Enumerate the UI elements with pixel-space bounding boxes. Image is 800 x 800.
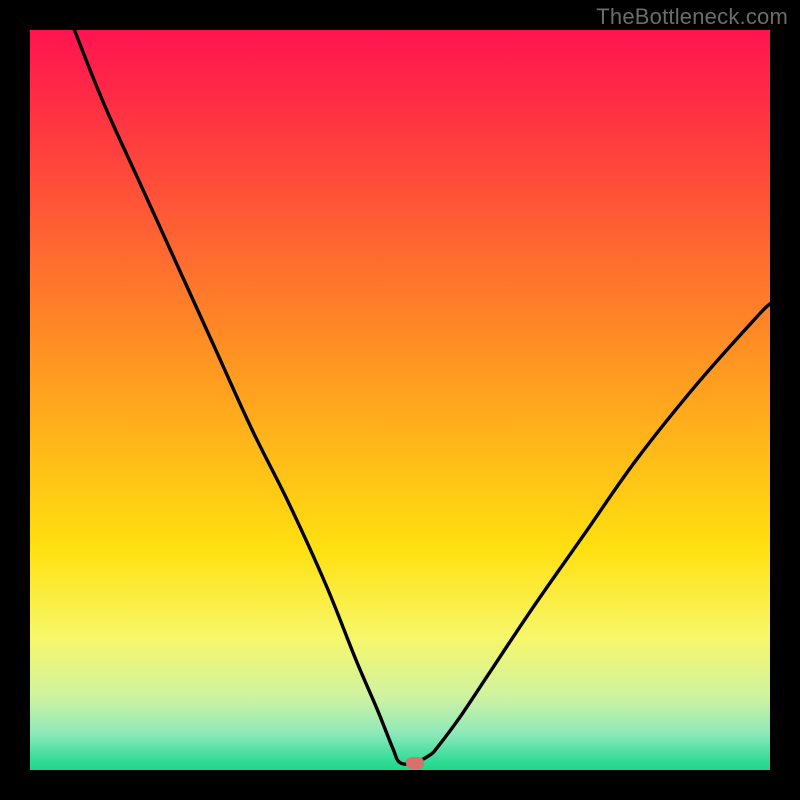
bottleneck-chart [30, 30, 770, 770]
min-point-marker [406, 757, 424, 769]
chart-frame: TheBottleneck.com [0, 0, 800, 800]
gradient-background [30, 30, 770, 770]
watermark-text: TheBottleneck.com [596, 4, 788, 30]
